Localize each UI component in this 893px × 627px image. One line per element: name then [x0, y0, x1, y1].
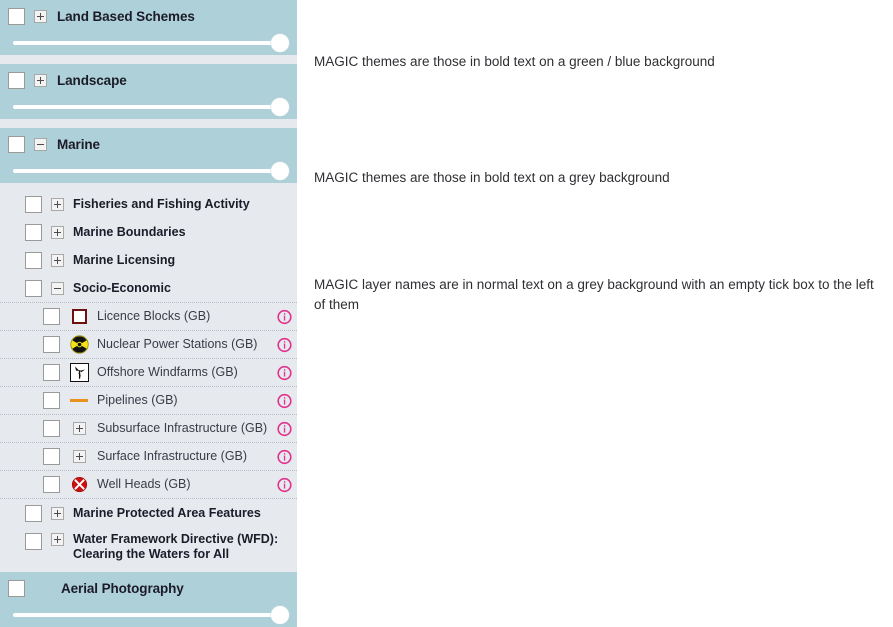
checkbox-landscape[interactable]: [8, 72, 25, 89]
expander-marine-protected-area-features[interactable]: [51, 506, 64, 520]
subtheme-label-socio-economic: Socio-Economic: [73, 280, 171, 295]
subtheme-label-fisheries-and-fishing-activity: Fisheries and Fishing Activity: [73, 196, 250, 211]
opacity-slider-landscape[interactable]: [13, 97, 289, 119]
subtheme-row-marine-boundaries[interactable]: Marine Boundaries: [0, 218, 297, 246]
annotation-theme-green-blue: MAGIC themes are those in bold text on a…: [314, 54, 715, 69]
crossed-circle-icon: [69, 475, 89, 495]
annotation-layer-names: MAGIC layer names are in normal text on …: [314, 277, 874, 312]
info-icon[interactable]: [277, 393, 292, 408]
checkbox-surface-infrastructure-gb[interactable]: [43, 448, 60, 465]
spacer: [0, 183, 297, 190]
theme-header: Aerial Photography: [0, 572, 297, 605]
line-icon: [69, 391, 89, 411]
subtheme-row-marine-licensing[interactable]: Marine Licensing: [0, 246, 297, 274]
subtheme-label-marine-protected-area-features: Marine Protected Area Features: [73, 505, 261, 520]
layer-row[interactable]: Well Heads (GB): [0, 470, 297, 498]
checkbox-offshore-windfarms-gb[interactable]: [43, 364, 60, 381]
expander-marine-boundaries[interactable]: [51, 225, 64, 239]
checkbox-pipelines-gb[interactable]: [43, 392, 60, 409]
square-outline-icon: [69, 307, 89, 327]
radiation-icon: [69, 335, 89, 355]
checkbox-marine-licensing[interactable]: [25, 251, 42, 269]
theme-row-aerial-photography[interactable]: Aerial Photography: [0, 572, 297, 627]
info-icon[interactable]: [277, 421, 292, 436]
layer-tree-panel: Land Based Schemes Landscape Marine Fish…: [0, 0, 297, 627]
slider-handle[interactable]: [271, 34, 289, 52]
subtheme-row-water-framework-directive[interactable]: Water Framework Directive (WFD): Clearin…: [0, 527, 297, 566]
opacity-slider-marine[interactable]: [13, 161, 289, 183]
theme-row-landscape[interactable]: Landscape: [0, 64, 297, 119]
checkbox-fisheries-and-fishing-activity[interactable]: [25, 195, 42, 213]
layer-row[interactable]: Subsurface Infrastructure (GB): [0, 414, 297, 442]
expander-plus-icon[interactable]: [69, 419, 89, 439]
theme-label-aerial-photography: Aerial Photography: [61, 580, 184, 596]
wind-turbine-icon: [69, 363, 89, 383]
info-icon[interactable]: [277, 337, 292, 352]
expander-land-based-schemes[interactable]: [34, 10, 47, 23]
slider-track: [13, 613, 283, 617]
checkbox-subsurface-infrastructure-gb[interactable]: [43, 420, 60, 437]
expander-water-framework-directive[interactable]: [51, 533, 64, 546]
expander-landscape[interactable]: [34, 74, 47, 87]
theme-header: Marine: [0, 128, 297, 161]
expander-socio-economic[interactable]: [51, 281, 64, 295]
checkbox-marine-protected-area-features[interactable]: [25, 504, 42, 522]
layer-label-surface-infrastructure-gb: Surface Infrastructure (GB): [97, 449, 248, 463]
checkbox-marine-boundaries[interactable]: [25, 223, 42, 241]
checkbox-well-heads-gb[interactable]: [43, 476, 60, 493]
layer-label-offshore-windfarms-gb: Offshore Windfarms (GB): [97, 365, 238, 379]
slider-handle[interactable]: [271, 98, 289, 116]
subtheme-row-socio-economic[interactable]: Socio-Economic: [0, 274, 297, 302]
layer-label-subsurface-infrastructure-gb: Subsurface Infrastructure (GB): [97, 421, 268, 435]
theme-header: Landscape: [0, 64, 297, 97]
subtheme-label-water-framework-directive: Water Framework Directive (WFD): Clearin…: [73, 532, 279, 561]
slider-track: [13, 105, 283, 109]
slider-track: [13, 41, 283, 45]
info-icon[interactable]: [277, 449, 292, 464]
info-icon[interactable]: [277, 365, 292, 380]
opacity-slider-land-based-schemes[interactable]: [13, 33, 289, 55]
layer-label-nuclear-power-stations-gb: Nuclear Power Stations (GB): [97, 337, 258, 351]
checkbox-licence-blocks-gb[interactable]: [43, 308, 60, 325]
checkbox-water-framework-directive[interactable]: [25, 533, 42, 550]
theme-header: Land Based Schemes: [0, 0, 297, 33]
annotation-theme-grey: MAGIC themes are those in bold text on a…: [314, 170, 670, 185]
layer-row[interactable]: Nuclear Power Stations (GB): [0, 330, 297, 358]
subtheme-label-marine-boundaries: Marine Boundaries: [73, 224, 186, 239]
theme-row-land-based-schemes[interactable]: Land Based Schemes: [0, 0, 297, 55]
layer-label-well-heads-gb: Well Heads (GB): [97, 477, 191, 491]
layer-row[interactable]: Offshore Windfarms (GB): [0, 358, 297, 386]
expander-plus-icon[interactable]: [69, 447, 89, 467]
info-icon[interactable]: [277, 477, 292, 492]
theme-row-marine[interactable]: Marine: [0, 128, 297, 183]
subtheme-row-fisheries-and-fishing-activity[interactable]: Fisheries and Fishing Activity: [0, 190, 297, 218]
info-icon[interactable]: [277, 309, 292, 324]
expander-marine[interactable]: [34, 138, 47, 151]
layer-label-pipelines-gb: Pipelines (GB): [97, 393, 178, 407]
slider-track: [13, 169, 283, 173]
expander-marine-licensing[interactable]: [51, 253, 64, 267]
subtheme-row-marine-protected-area-features[interactable]: Marine Protected Area Features: [0, 498, 297, 527]
layer-label-licence-blocks-gb: Licence Blocks (GB): [97, 309, 211, 323]
theme-label-land-based-schemes: Land Based Schemes: [57, 8, 195, 24]
opacity-slider-aerial-photography[interactable]: [13, 605, 289, 627]
layer-row[interactable]: Surface Infrastructure (GB): [0, 442, 297, 470]
checkbox-land-based-schemes[interactable]: [8, 8, 25, 25]
layer-row[interactable]: Pipelines (GB): [0, 386, 297, 414]
expander-fisheries-and-fishing-activity[interactable]: [51, 197, 64, 211]
checkbox-marine[interactable]: [8, 136, 25, 153]
checkbox-nuclear-power-stations-gb[interactable]: [43, 336, 60, 353]
layer-row[interactable]: Licence Blocks (GB): [0, 302, 297, 330]
theme-label-landscape: Landscape: [57, 72, 127, 88]
slider-handle[interactable]: [271, 162, 289, 180]
theme-label-marine: Marine: [57, 136, 100, 152]
slider-handle[interactable]: [271, 606, 289, 624]
annotation-column: MAGIC themes are those in bold text on a…: [314, 0, 884, 579]
subtheme-label-marine-licensing: Marine Licensing: [73, 252, 176, 267]
checkbox-socio-economic[interactable]: [25, 279, 42, 297]
checkbox-aerial-photography[interactable]: [8, 580, 25, 597]
